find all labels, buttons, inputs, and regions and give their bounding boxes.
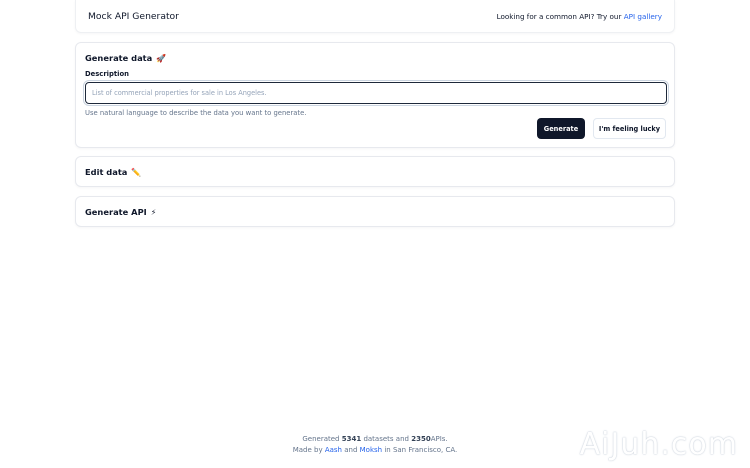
generate-data-title-text: Generate data <box>85 53 153 63</box>
generate-api-title[interactable]: Generate API ⚡ <box>85 207 156 217</box>
pencil-icon: ✏️ <box>131 167 142 177</box>
description-label: Description <box>85 70 129 78</box>
footer-text: APIs. <box>430 435 448 443</box>
api-gallery-link[interactable]: API gallery <box>624 12 662 21</box>
app-title: Mock API Generator <box>88 10 179 22</box>
footer-text: Generated <box>302 435 340 443</box>
author-moksh-link[interactable]: Moksh <box>360 446 382 454</box>
gallery-prompt: Looking for a common API? Try our API ga… <box>497 12 662 21</box>
apis-count: 2350 <box>411 435 431 443</box>
footer-text: datasets and <box>363 435 409 443</box>
footer-text: Made by <box>292 446 323 454</box>
top-header: Mock API Generator Looking for a common … <box>75 0 675 33</box>
edit-data-card[interactable]: Edit data ✏️ <box>75 156 675 187</box>
footer-text: in San Francisco, CA. <box>384 446 458 454</box>
datasets-count: 5341 <box>341 435 362 443</box>
generate-api-card[interactable]: Generate API ⚡ <box>75 196 675 227</box>
description-helper-text: Use natural language to describe the dat… <box>85 109 307 117</box>
watermark: AiJuh.com <box>579 427 738 462</box>
generate-data-card: Generate data 🚀 Description Use natural … <box>75 42 675 148</box>
edit-data-title-text: Edit data <box>85 167 128 177</box>
gallery-prompt-text: Looking for a common API? Try our <box>496 11 622 21</box>
generate-data-title[interactable]: Generate data 🚀 <box>85 53 166 63</box>
edit-data-title[interactable]: Edit data ✏️ <box>85 167 141 177</box>
author-aash-link[interactable]: Aash <box>325 446 342 454</box>
rocket-icon: 🚀 <box>156 53 167 63</box>
footer-text: and <box>344 446 358 454</box>
lightning-icon: ⚡ <box>150 207 157 217</box>
feeling-lucky-button[interactable]: I'm feeling lucky <box>593 118 666 139</box>
generate-button[interactable]: Generate <box>537 118 585 139</box>
description-input[interactable] <box>83 80 669 106</box>
generate-api-title-text: Generate API <box>85 207 147 217</box>
